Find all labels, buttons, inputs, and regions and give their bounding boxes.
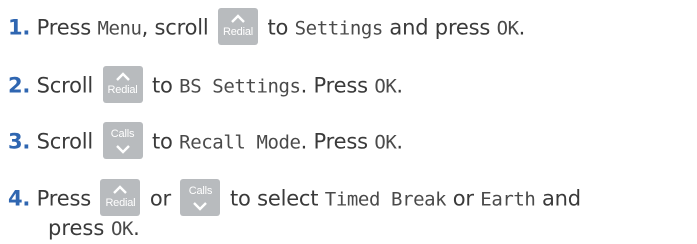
calls-key: Calls: [102, 122, 143, 159]
step-text: .: [518, 15, 526, 40]
step-text: Scroll: [30, 73, 100, 98]
step-text: press: [48, 216, 111, 240]
step-text: or: [143, 186, 178, 211]
step-number: 1.: [8, 15, 31, 40]
redial-key: Redial: [102, 66, 143, 103]
redial-key: Redial: [100, 179, 141, 216]
step-text: and: [535, 186, 581, 211]
step-text: .: [133, 216, 140, 240]
step-3: 3. Scroll Calls to Recall Mode. Press OK…: [8, 122, 403, 161]
step-text: Press: [30, 15, 98, 40]
step-1: 1. Press Menu, scroll Redial to Settings…: [8, 8, 526, 47]
step-text: .: [396, 73, 403, 98]
step-number: 2.: [8, 73, 31, 98]
display-text-menu: Menu: [97, 17, 142, 40]
calls-key-label: Calls: [188, 185, 213, 197]
chevron-up-icon: [115, 72, 130, 81]
step-text: . Press: [300, 129, 375, 154]
step-text: Scroll: [30, 129, 100, 154]
step-4-continuation: press OK.: [48, 216, 140, 241]
step-text: or: [446, 186, 481, 211]
display-text-settings: Settings: [294, 17, 384, 40]
display-text-ok: OK: [374, 131, 397, 154]
display-text-ok: OK: [110, 218, 134, 240]
display-text-ok: OK: [496, 17, 519, 40]
redial-key-label: Redial: [105, 197, 136, 209]
step-2: 2. Scroll Redial to BS Settings. Press O…: [8, 66, 403, 105]
chevron-down-icon: [193, 202, 208, 211]
step-text: . Press: [300, 73, 375, 98]
step-text: to: [145, 129, 180, 154]
step-text: to: [145, 73, 180, 98]
chevron-up-icon: [113, 185, 128, 194]
chevron-up-icon: [231, 14, 245, 23]
display-text-ok: OK: [374, 75, 397, 98]
redial-key-label: Redial: [107, 84, 138, 96]
step-text: to: [261, 15, 295, 40]
step-text: .: [396, 129, 403, 154]
step-text: to select: [223, 186, 325, 211]
calls-key-label: Calls: [110, 128, 135, 140]
calls-key: Calls: [180, 179, 221, 216]
display-text-recall-mode: Recall Mode: [179, 131, 301, 154]
step-text: Press: [30, 186, 98, 211]
redial-key: Redial: [218, 8, 258, 45]
display-text-earth: Earth: [480, 188, 536, 211]
step-4: 4. Press Redial or Calls to select Timed…: [8, 179, 581, 218]
redial-key-label: Redial: [223, 26, 253, 38]
step-text: and press: [382, 15, 497, 40]
step-number: 3.: [8, 129, 31, 154]
display-text-timed-break: Timed Break: [324, 188, 447, 211]
chevron-down-icon: [115, 145, 130, 154]
display-text-bs-settings: BS Settings: [179, 75, 301, 98]
step-number: 4.: [8, 186, 31, 211]
step-text: , scroll: [141, 15, 215, 40]
